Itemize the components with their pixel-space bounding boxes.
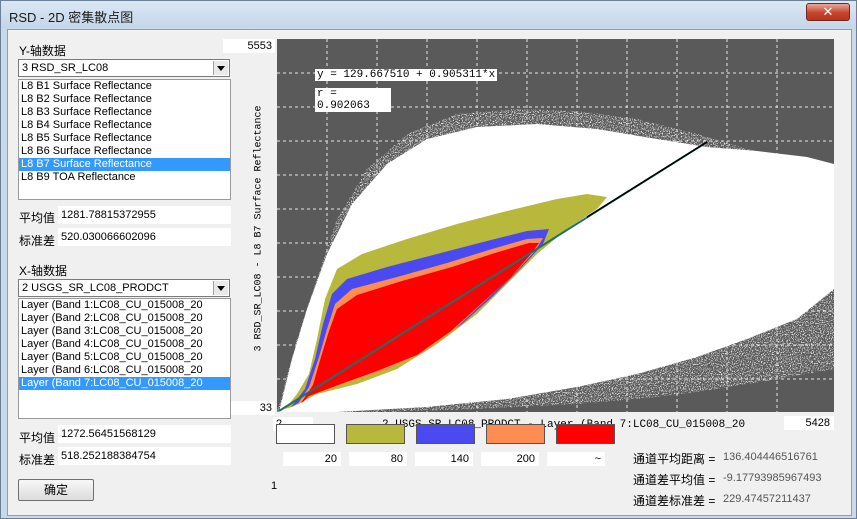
legend-swatch — [416, 424, 475, 444]
x-max-readout: 5428 — [784, 416, 834, 430]
legend-swatch — [556, 424, 615, 444]
legend-break-label: 140 — [415, 452, 473, 466]
legend-swatch — [276, 424, 335, 444]
list-item[interactable]: L8 B1 Surface Reflectance — [19, 80, 230, 93]
app-window: RSD - 2D 密集散点图 ✕ Y-轴数据 3 RSD_SR_LC08 L8 … — [0, 0, 857, 519]
legend-break-label: ~ — [547, 452, 605, 466]
list-item[interactable]: L8 B6 Surface Reflectance — [19, 145, 230, 158]
x-axis-dataset-select[interactable]: 2 USGS_SR_LC08_PRODCT — [18, 279, 230, 297]
legend-break-label: 200 — [481, 452, 539, 466]
y-axis-title: 3 RSD_SR_LC08 - L8 B7 Surface Reflectanc… — [253, 105, 265, 352]
window-title: RSD - 2D 密集散点图 — [9, 10, 134, 25]
list-item[interactable]: L8 B7 Surface Reflectance — [19, 158, 230, 171]
legend-start: 1 — [271, 480, 278, 492]
x-std-value: 518.252188384754 — [58, 447, 231, 465]
y-axis-label: Y-轴数据 — [19, 44, 66, 58]
list-item[interactable]: Layer (Band 6:LC08_CU_015008_20 — [19, 364, 230, 377]
x-mean-label: 平均值 — [19, 431, 56, 445]
chevron-down-icon[interactable] — [213, 281, 228, 295]
y-axis-band-list[interactable]: L8 B1 Surface Reflectance L8 B2 Surface R… — [18, 79, 231, 200]
list-item[interactable]: L8 B5 Surface Reflectance — [19, 132, 230, 145]
x-mean-value: 1272.56451568129 — [58, 425, 231, 443]
x-axis-band-list[interactable]: Layer (Band 1:LC08_CU_015008_20 Layer (Ba… — [18, 298, 231, 419]
stat-label: 通道平均距离 = — [633, 452, 716, 466]
y-mean-label: 平均值 — [19, 211, 56, 225]
y-axis-dataset-select[interactable]: 3 RSD_SR_LC08 — [18, 59, 230, 77]
y-max-readout: 5553 — [223, 39, 275, 53]
chevron-down-icon[interactable] — [213, 61, 228, 75]
x-std-label: 标准差 — [19, 453, 56, 467]
density-scatter-plot[interactable]: y = 129.667510 + 0.905311*x r = 0.902063 — [277, 39, 834, 412]
x-axis-label: X-轴数据 — [19, 264, 68, 278]
y-mean-value: 1281.78815372955 — [58, 206, 231, 224]
y-min-readout: 33 — [231, 401, 275, 415]
close-button[interactable]: ✕ — [806, 3, 850, 21]
list-item[interactable]: Layer (Band 4:LC08_CU_015008_20 — [19, 338, 230, 351]
stat-value: 229.47457211437 — [723, 493, 811, 505]
regression-equation: y = 129.667510 + 0.905311*x — [315, 69, 498, 81]
y-std-value: 520.030066602096 — [58, 228, 231, 246]
correlation-value: r = 0.902063 — [315, 88, 391, 112]
list-item[interactable]: L8 B4 Surface Reflectance — [19, 119, 230, 132]
stat-value: 136.404446516761 — [723, 451, 818, 463]
legend-swatch — [346, 424, 405, 444]
list-item[interactable]: Layer (Band 1:LC08_CU_015008_20 — [19, 299, 230, 312]
stat-label: 通道差标准差 = — [633, 494, 716, 508]
legend-break-label: 20 — [283, 452, 341, 466]
ok-button[interactable]: 确定 — [18, 479, 94, 501]
title-bar[interactable]: RSD - 2D 密集散点图 ✕ — [1, 1, 856, 28]
list-item[interactable]: L8 B9 TOA Reflectance — [19, 171, 230, 184]
legend-swatch — [486, 424, 545, 444]
y-axis-dataset-value: 3 RSD_SR_LC08 — [22, 62, 109, 74]
stat-value: -9.17793985967493 — [723, 472, 822, 484]
legend-break-label: 80 — [349, 452, 407, 466]
list-item[interactable]: Layer (Band 5:LC08_CU_015008_20 — [19, 351, 230, 364]
y-std-label: 标准差 — [19, 234, 56, 248]
close-icon: ✕ — [822, 5, 834, 20]
list-item[interactable]: L8 B3 Surface Reflectance — [19, 106, 230, 119]
stat-label: 通道差平均值 = — [633, 473, 716, 487]
list-item[interactable]: Layer (Band 3:LC08_CU_015008_20 — [19, 325, 230, 338]
list-item[interactable]: Layer (Band 7:LC08_CU_015008_20 — [19, 377, 230, 390]
x-axis-dataset-value: 2 USGS_SR_LC08_PRODCT — [22, 282, 169, 294]
list-item[interactable]: L8 B2 Surface Reflectance — [19, 93, 230, 106]
list-item[interactable]: Layer (Band 2:LC08_CU_015008_20 — [19, 312, 230, 325]
